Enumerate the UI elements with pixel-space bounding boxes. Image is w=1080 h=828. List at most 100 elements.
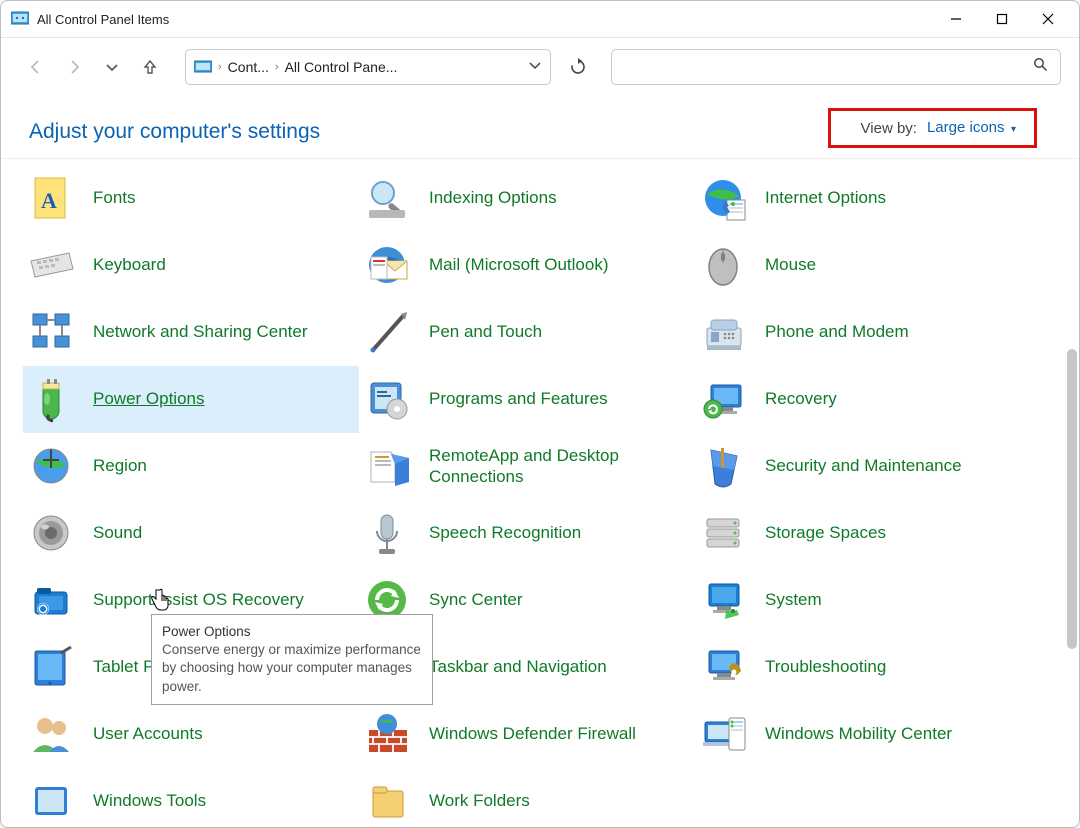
control-panel-icon (194, 60, 212, 74)
titlebar: All Control Panel Items (1, 1, 1079, 38)
item-label: Indexing Options (429, 188, 557, 208)
security-icon (701, 444, 747, 490)
breadcrumb-current[interactable]: All Control Pane... (285, 59, 398, 75)
mouse-icon (701, 243, 747, 289)
pen-icon (365, 310, 411, 356)
item-indexing-options[interactable]: Indexing Options (359, 165, 695, 232)
blank-icon (701, 779, 747, 825)
item-mouse[interactable]: Mouse (695, 232, 1031, 299)
item-label: Power Options (93, 389, 205, 409)
item-storage-spaces[interactable]: Storage Spaces (695, 500, 1031, 567)
item-power-options[interactable]: Power Options (23, 366, 359, 433)
item-label: Region (93, 456, 147, 476)
trouble-icon (701, 645, 747, 691)
speech-icon (365, 511, 411, 557)
mobility-icon (701, 712, 747, 758)
item-keyboard[interactable]: Keyboard (23, 232, 359, 299)
item-windows-mobility-center[interactable]: Windows Mobility Center (695, 701, 1031, 768)
item-fonts[interactable]: Fonts (23, 165, 359, 232)
item-mail-microsoft-outlook[interactable]: Mail (Microsoft Outlook) (359, 232, 695, 299)
tablet-icon (29, 645, 75, 691)
item-label: Phone and Modem (765, 322, 909, 342)
item-internet-options[interactable]: Internet Options (695, 165, 1031, 232)
vertical-scrollbar[interactable] (1067, 349, 1077, 649)
forward-button[interactable] (57, 50, 91, 84)
dropdown-caret-icon: ▾ (1011, 124, 1016, 135)
item-windows-tools[interactable]: Windows Tools (23, 768, 359, 827)
item-label: Internet Options (765, 188, 886, 208)
item-recovery[interactable]: Recovery (695, 366, 1031, 433)
control-panel-window: All Control Panel Items › Cont... › All … (0, 0, 1080, 828)
recovery-icon (701, 377, 747, 423)
chevron-right-icon: › (275, 61, 279, 73)
tooltip-body: Conserve energy or maximize performance … (162, 642, 421, 693)
work-icon (365, 779, 411, 825)
item-region[interactable]: Region (23, 433, 359, 500)
network-icon (29, 310, 75, 356)
item-label: User Accounts (93, 724, 203, 744)
close-button[interactable] (1025, 1, 1071, 37)
viewby-value: Large icons (927, 119, 1005, 136)
minimize-button[interactable] (933, 1, 979, 37)
item-label: Windows Mobility Center (765, 724, 952, 744)
storage-icon (701, 511, 747, 557)
item-programs-and-features[interactable]: Programs and Features (359, 366, 695, 433)
viewby-dropdown[interactable]: Large icons ▾ (927, 119, 1016, 137)
item-phone-and-modem[interactable]: Phone and Modem (695, 299, 1031, 366)
item-label: Windows Defender Firewall (429, 724, 636, 744)
users-icon (29, 712, 75, 758)
maximize-button[interactable] (979, 1, 1025, 37)
item-label: Windows Tools (93, 791, 206, 811)
item-label: SupportAssist OS Recovery (93, 590, 304, 610)
region-icon (29, 444, 75, 490)
back-button[interactable] (19, 50, 53, 84)
search-input[interactable] (612, 59, 1021, 75)
cursor-hand-icon (149, 587, 171, 618)
page-title: Adjust your computer's settings (29, 120, 320, 144)
item-label: Sound (93, 523, 142, 543)
item-label: System (765, 590, 822, 610)
item-security-and-maintenance[interactable]: Security and Maintenance (695, 433, 1031, 500)
window-title: All Control Panel Items (37, 12, 933, 27)
content-area: Fonts Indexing Options Internet Options Key… (1, 158, 1079, 827)
refresh-button[interactable] (561, 50, 595, 84)
viewby-highlight: View by: Large icons ▾ (828, 108, 1037, 148)
item-user-accounts[interactable]: User Accounts (23, 701, 359, 768)
item-network-and-sharing-center[interactable]: Network and Sharing Center (23, 299, 359, 366)
item-work-folders[interactable]: Work Folders (359, 768, 695, 827)
viewby-label: View by: (861, 120, 917, 137)
item-label: Pen and Touch (429, 322, 542, 342)
item-system[interactable]: System (695, 567, 1031, 634)
internet-icon (701, 176, 747, 222)
phone-icon (701, 310, 747, 356)
system-icon (701, 578, 747, 624)
address-bar[interactable]: › Cont... › All Control Pane... (185, 49, 551, 85)
control-panel-app-icon (11, 10, 29, 28)
address-dropdown-button[interactable] (528, 58, 542, 77)
support-icon (29, 578, 75, 624)
search-icon[interactable] (1021, 57, 1060, 77)
item-label: Security and Maintenance (765, 456, 962, 476)
breadcrumb-root[interactable]: Cont... (228, 59, 269, 75)
items-grid: Fonts Indexing Options Internet Options Key… (1, 159, 1079, 827)
item-label: Keyboard (93, 255, 166, 275)
tools-icon (29, 779, 75, 825)
tooltip-title: Power Options (162, 624, 251, 639)
item-label: RemoteApp and Desktop Connections (429, 446, 685, 487)
item-label: Sync Center (429, 590, 523, 610)
chevron-right-icon: › (218, 61, 222, 73)
up-button[interactable] (133, 50, 167, 84)
item-windows-defender-firewall[interactable]: Windows Defender Firewall (359, 701, 695, 768)
item-label: Mail (Microsoft Outlook) (429, 255, 608, 275)
item-label: Network and Sharing Center (93, 322, 308, 342)
item-pen-and-touch[interactable]: Pen and Touch (359, 299, 695, 366)
item-label: Programs and Features (429, 389, 608, 409)
item-label: Speech Recognition (429, 523, 581, 543)
recent-locations-button[interactable] (95, 50, 129, 84)
item-blank[interactable] (695, 768, 1031, 827)
item-speech-recognition[interactable]: Speech Recognition (359, 500, 695, 567)
item-remoteapp-and-desktop-connections[interactable]: RemoteApp and Desktop Connections (359, 433, 695, 500)
item-troubleshooting[interactable]: Troubleshooting (695, 634, 1031, 701)
item-sound[interactable]: Sound (23, 500, 359, 567)
search-box[interactable] (611, 49, 1061, 85)
